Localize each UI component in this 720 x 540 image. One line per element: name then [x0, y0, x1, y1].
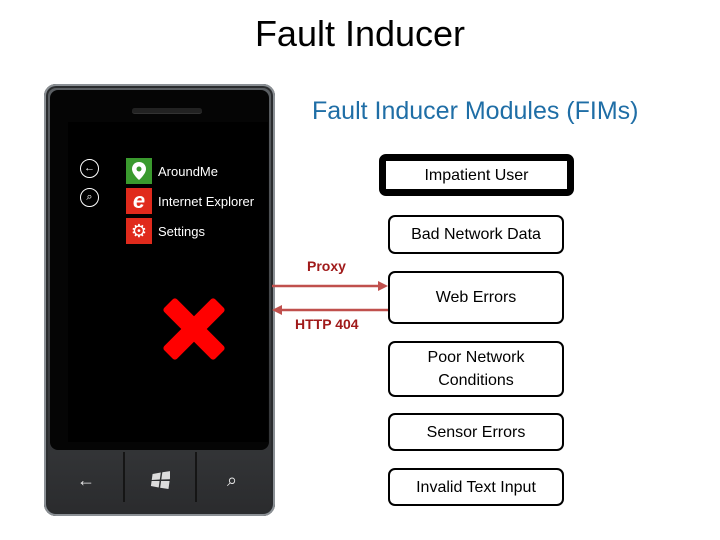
red-x-icon: [161, 297, 225, 361]
request-arrow-head: [378, 281, 388, 291]
gear-icon: ⚙: [126, 218, 152, 244]
windows-logo-icon: [150, 471, 170, 489]
fim-heading: Fault Inducer Modules (FIMs): [312, 97, 639, 125]
page-title: Fault Inducer: [254, 13, 466, 54]
hardware-button-bar: ← ⌕: [44, 452, 275, 516]
fim-impatient-user[interactable]: Impatient User: [379, 154, 574, 196]
connection-arrows: [272, 281, 388, 315]
fim-poor-network-conditions[interactable]: Poor Network Conditions: [388, 341, 564, 397]
windows-phone: ← ⌕ AroundMe e Internet Explorer ⚙ Setti…: [44, 84, 275, 516]
search-icon[interactable]: ⌕: [80, 188, 99, 207]
fim-bad-network-data[interactable]: Bad Network Data: [388, 215, 564, 254]
hw-back-button[interactable]: ←: [50, 452, 122, 508]
back-arrow-icon[interactable]: ←: [80, 159, 99, 178]
ie-logo-icon: e: [126, 188, 152, 214]
app-item-aroundme[interactable]: AroundMe: [126, 158, 218, 184]
app-label: Settings: [158, 223, 205, 239]
back-arrow-icon: ←: [77, 469, 95, 490]
fim-invalid-text-input[interactable]: Invalid Text Input: [388, 468, 564, 506]
app-label: Internet Explorer: [158, 193, 255, 209]
fim-web-errors[interactable]: Web Errors: [388, 271, 564, 324]
app-item-internet-explorer[interactable]: e Internet Explorer: [126, 188, 254, 214]
phone-face: ← ⌕ AroundMe e Internet Explorer ⚙ Setti…: [50, 90, 269, 450]
hw-start-button[interactable]: [124, 452, 196, 508]
phone-speaker: [132, 108, 202, 113]
search-icon: ⌕: [226, 469, 238, 490]
hw-search-button[interactable]: ⌕: [196, 452, 268, 508]
fim-sensor-errors[interactable]: Sensor Errors: [388, 413, 564, 451]
phone-screen: ← ⌕ AroundMe e Internet Explorer ⚙ Setti…: [68, 122, 268, 442]
http-404-label: HTTP 404: [295, 316, 359, 332]
map-pin-icon: [126, 158, 152, 184]
app-label: AroundMe: [158, 163, 218, 179]
app-item-settings[interactable]: ⚙ Settings: [126, 218, 205, 244]
response-arrow-head: [272, 305, 282, 315]
